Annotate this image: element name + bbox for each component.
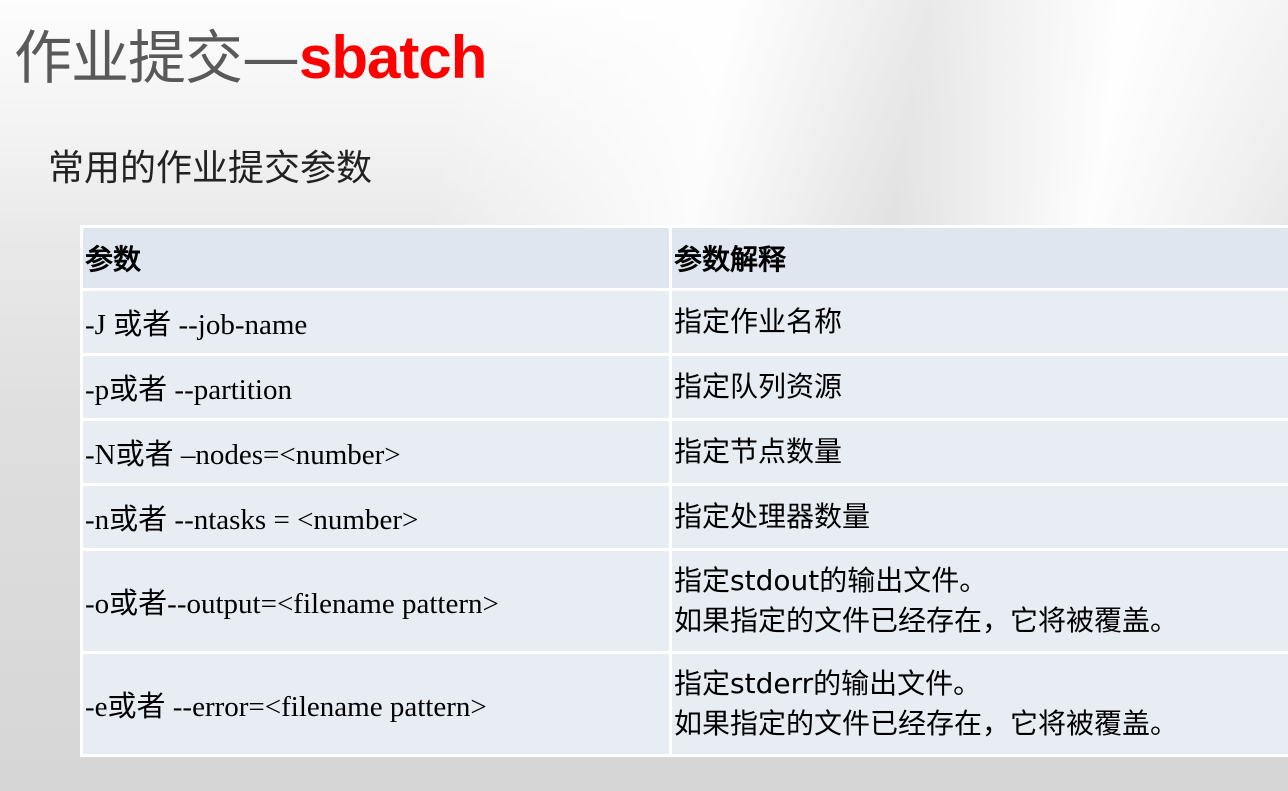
- table-row: -e或者 --error=<filename pattern> 指定stderr…: [80, 651, 1288, 757]
- header-param: 参数: [80, 225, 672, 291]
- description-cell: 指定stderr的输出文件。 如果指定的文件已经存在，它将被覆盖。: [669, 651, 1288, 757]
- table-row: -n或者 --ntasks = <number> 指定处理器数量: [80, 483, 1288, 551]
- description-cell: 指定节点数量: [669, 418, 1288, 486]
- table-row: -N或者 –nodes=<number> 指定节点数量: [80, 418, 1288, 486]
- table-header-row: 参数 参数解释: [80, 225, 1288, 291]
- param-cell: -N或者 –nodes=<number>: [80, 418, 672, 486]
- table-row: -o或者--output=<filename pattern> 指定stdout…: [80, 548, 1288, 654]
- description-cell: 指定stdout的输出文件。 如果指定的文件已经存在，它将被覆盖。: [669, 548, 1288, 654]
- table-row: -J 或者 --job-name 指定作业名称: [80, 288, 1288, 356]
- table-row: -p或者 --partition 指定队列资源: [80, 353, 1288, 421]
- param-cell: -p或者 --partition: [80, 353, 672, 421]
- header-description: 参数解释: [669, 225, 1288, 291]
- slide-title-command: sbatch: [299, 24, 487, 91]
- param-cell: -J 或者 --job-name: [80, 288, 672, 356]
- param-cell: -o或者--output=<filename pattern>: [80, 548, 672, 654]
- param-cell: -e或者 --error=<filename pattern>: [80, 651, 672, 757]
- description-cell: 指定队列资源: [669, 353, 1288, 421]
- description-cell: 指定处理器数量: [669, 483, 1288, 551]
- parameters-table: 参数 参数解释 -J 或者 --job-name 指定作业名称 -p或者 --p…: [80, 225, 1288, 757]
- slide-subtitle: 常用的作业提交参数: [48, 148, 373, 189]
- slide-title: 作业提交—sbatch: [14, 18, 487, 98]
- slide-title-text: 作业提交—: [14, 24, 300, 92]
- param-cell: -n或者 --ntasks = <number>: [80, 483, 672, 551]
- description-cell: 指定作业名称: [669, 288, 1288, 356]
